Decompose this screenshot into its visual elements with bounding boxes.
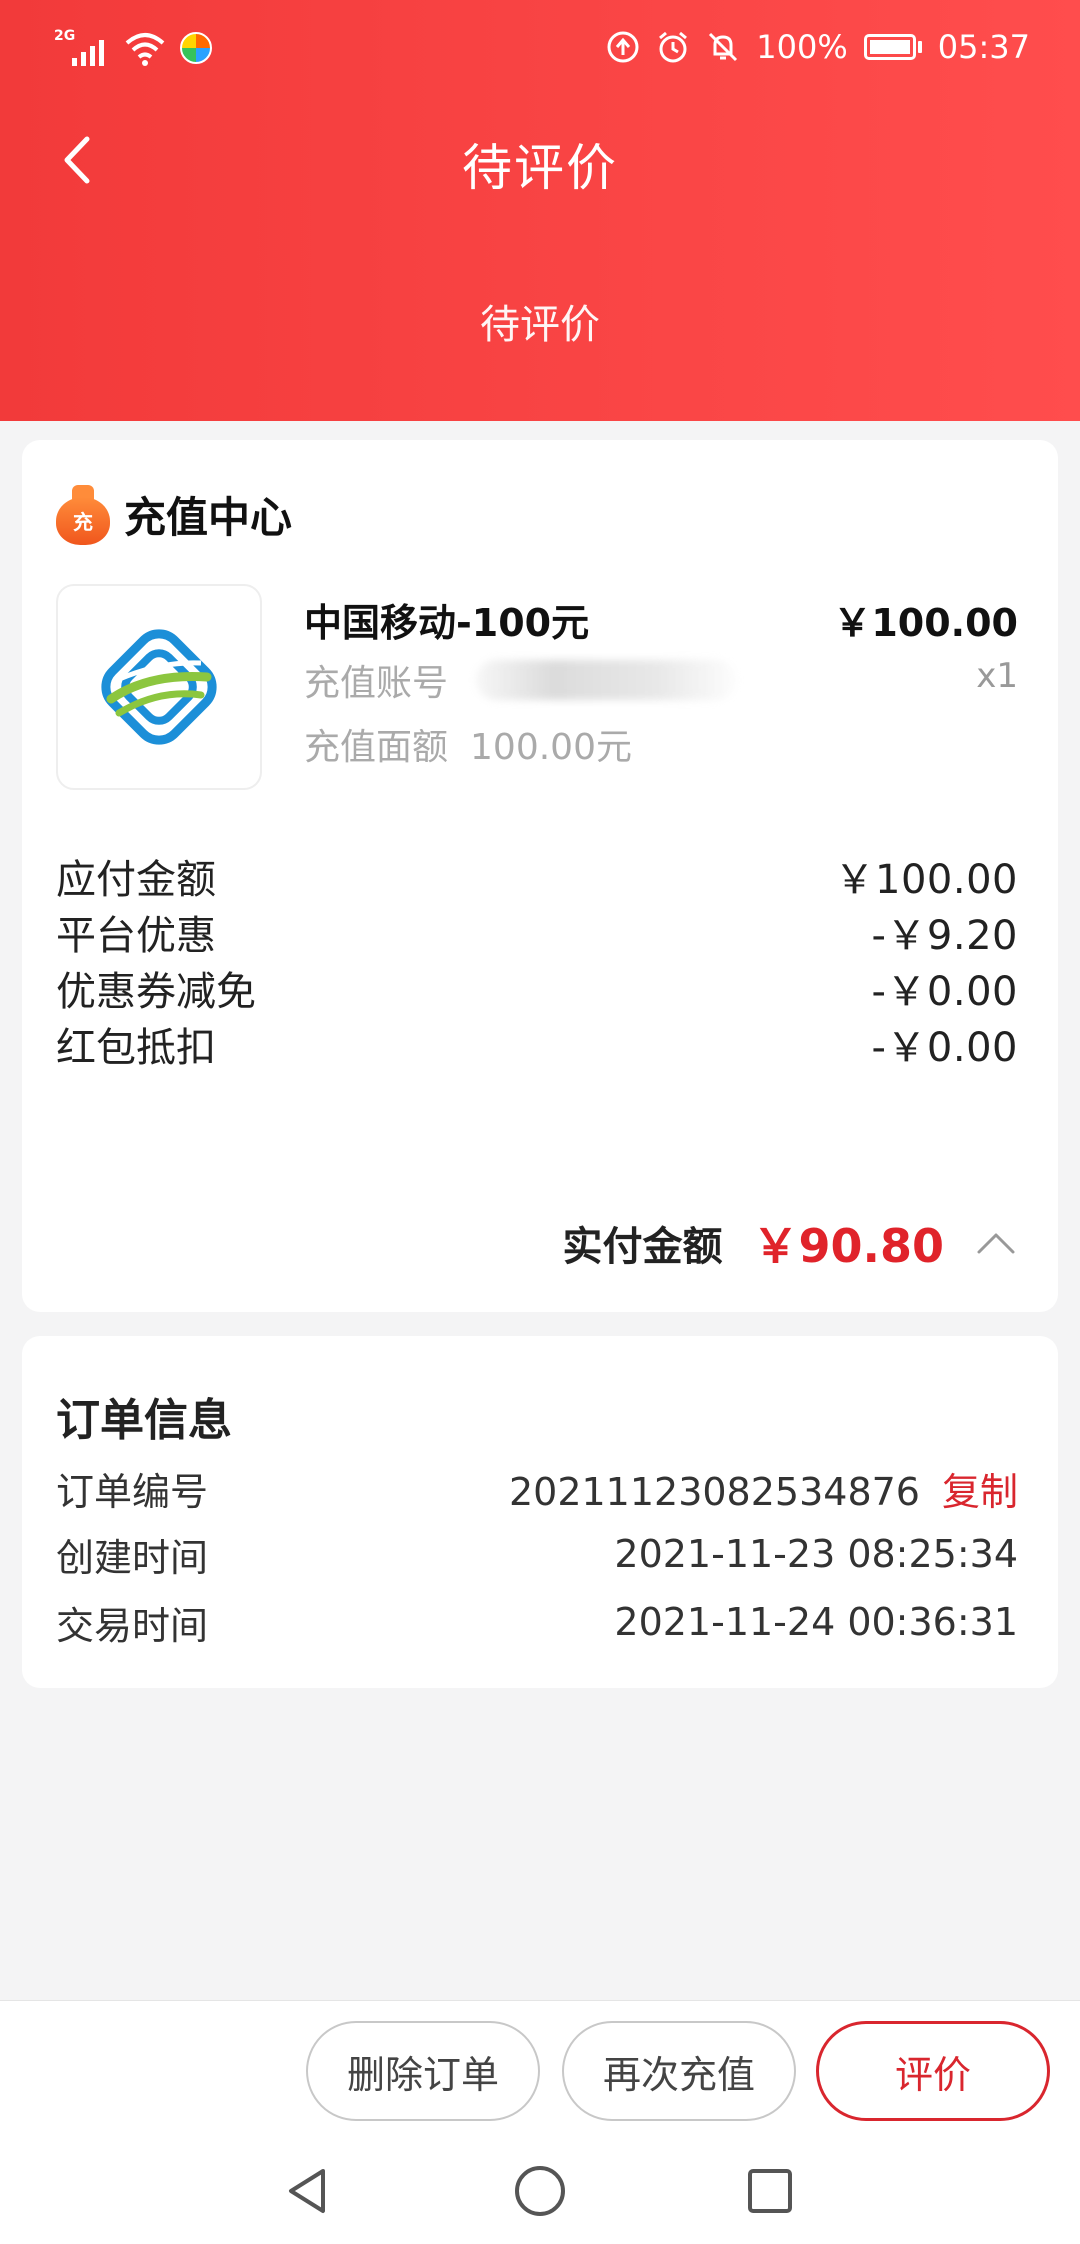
triangle-back-icon <box>289 2169 325 2213</box>
fee-label: 应付金额 <box>56 857 216 903</box>
nav-back-button[interactable] <box>278 2161 338 2221</box>
nav-home-button[interactable] <box>510 2161 570 2221</box>
created-time-value: 2021-11-23 08:25:34 <box>614 1532 1018 1576</box>
nav-bar: 待评价 <box>0 110 1080 210</box>
status-right: 100% 05:37 <box>606 28 1030 66</box>
total-paid-value: ￥90.80 <box>752 1219 944 1273</box>
product-name: 中国移动-100元 <box>304 601 590 645</box>
order-number-label: 订单编号 <box>56 1469 209 1514</box>
chevron-up-icon <box>977 1233 1015 1254</box>
review-button[interactable]: 评价 <box>816 2021 1050 2121</box>
nav-recents-button[interactable] <box>740 2161 800 2221</box>
mute-bell-icon <box>709 32 738 62</box>
trade-time-label: 交易时间 <box>56 1603 209 1648</box>
battery-icon <box>863 34 922 60</box>
app-notification-icon <box>180 32 212 64</box>
order-number-row: 订单编号 20211123082534876 复制 <box>56 1460 1018 1516</box>
fee-label: 平台优惠 <box>56 913 216 959</box>
face-value: 100.00元 <box>470 727 632 768</box>
product-card: 充 充值中心 中国移动-100元 ￥100.00 x1 充值账号 充值面额 100… <box>22 440 1058 1312</box>
order-detail-page: 2G 100% 05:37 待评价 待评价 充 充值中心 中国移动-100元 ￥… <box>0 0 1080 2244</box>
recharge-again-button[interactable]: 再次充值 <box>562 2021 796 2121</box>
product-image[interactable] <box>56 584 262 790</box>
shop-header[interactable]: 充 充值中心 <box>56 484 292 545</box>
battery-percent: 100% <box>756 28 848 66</box>
status-bar: 2G 100% 05:37 <box>0 0 1080 100</box>
china-mobile-logo-icon <box>101 629 217 745</box>
order-info-title: 订单信息 <box>56 1395 232 1446</box>
fee-row: 红包抵扣 -￥0.00 <box>56 1014 1018 1074</box>
order-info-card: 订单信息 订单编号 20211123082534876 复制 创建时间 2021-… <box>22 1336 1058 1688</box>
recharge-account-label: 充值账号 <box>304 663 449 704</box>
fee-row: 优惠券减免 -￥0.00 <box>56 958 1018 1018</box>
order-status-label: 待评价 <box>480 302 600 348</box>
fee-value: -￥0.00 <box>871 969 1018 1015</box>
face-value-label: 充值面额 <box>304 727 449 768</box>
circle-home-icon <box>515 2166 565 2216</box>
cell-signal-icon: 2G <box>54 28 110 68</box>
fee-label: 红包抵扣 <box>56 1025 216 1071</box>
alarm-icon <box>659 31 688 63</box>
collapse-toggle[interactable] <box>974 1221 1018 1265</box>
fee-row: 应付金额 ￥100.00 <box>56 846 1018 906</box>
system-nav-bar <box>0 2151 1080 2231</box>
data-saver-icon <box>607 31 639 63</box>
trade-time-row: 交易时间 2021-11-24 00:36:31 <box>56 1594 1018 1650</box>
wifi-icon <box>125 33 165 66</box>
trade-time-value: 2021-11-24 00:36:31 <box>614 1600 1018 1644</box>
redacted-account-number <box>476 660 737 700</box>
fee-label: 优惠券减免 <box>56 969 256 1015</box>
created-time-label: 创建时间 <box>56 1535 209 1580</box>
bottom-action-bar: 删除订单 再次充值 评价 <box>0 2000 1080 2244</box>
product-quantity: x1 <box>976 656 1018 696</box>
clock: 05:37 <box>937 28 1030 66</box>
fee-value: -￥9.20 <box>871 913 1018 959</box>
shop-icon-text: 充 <box>73 509 93 534</box>
recharge-face-value: 充值面额 100.00元 <box>304 718 632 770</box>
page-title: 待评价 <box>462 139 618 197</box>
shop-name: 充值中心 <box>124 493 293 542</box>
total-paid-row: 实付金额 ￥90.80 <box>562 1208 1018 1278</box>
product-price: ￥100.00 <box>833 601 1018 645</box>
copy-button[interactable]: 复制 <box>942 1470 1018 1514</box>
total-paid-label: 实付金额 <box>562 1224 723 1270</box>
order-number-value: 20211123082534876 <box>508 1469 920 1514</box>
delete-order-button[interactable]: 删除订单 <box>306 2021 540 2121</box>
recharge-account: 充值账号 <box>304 654 737 706</box>
fee-value: -￥0.00 <box>871 1025 1018 1071</box>
status-left: 2G <box>54 28 212 68</box>
header: 2G 100% 05:37 待评价 待评价 <box>0 0 1080 421</box>
fee-value: ￥100.00 <box>834 857 1018 903</box>
created-time-row: 创建时间 2021-11-23 08:25:34 <box>56 1526 1018 1582</box>
square-recents-icon <box>748 2169 792 2213</box>
money-bag-icon: 充 <box>56 484 110 545</box>
fee-row: 平台优惠 -￥9.20 <box>56 902 1018 962</box>
